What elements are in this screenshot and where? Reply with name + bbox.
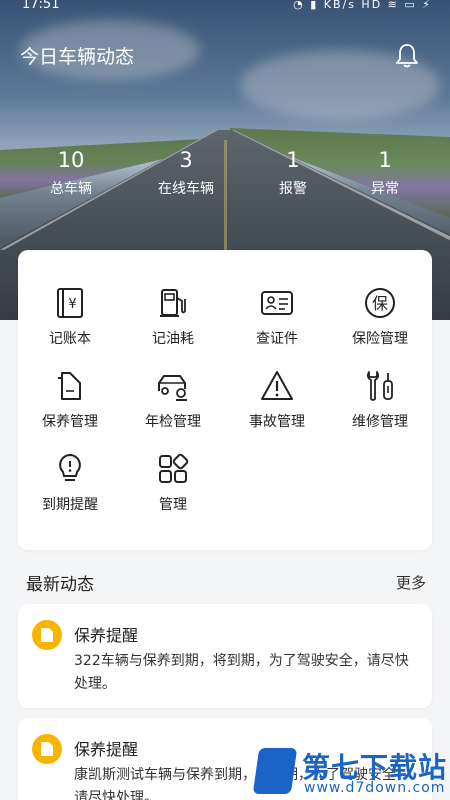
stat-value: 10 xyxy=(57,148,85,172)
wrench-icon xyxy=(366,371,393,401)
grid-item-ledger[interactable]: ¥ 记账本 xyxy=(18,286,122,356)
grid-item-label: 事故管理 xyxy=(249,414,305,430)
grid-item-accident[interactable]: 事故管理 xyxy=(225,369,329,439)
grid-item-label: 查证件 xyxy=(256,331,298,347)
document-icon xyxy=(41,742,53,756)
stat-abnormal[interactable]: 1 异常 xyxy=(335,148,435,198)
more-link[interactable]: 更多 xyxy=(396,572,426,593)
news-text: 322车辆与保养到期，将到期，为了驾驶安全，请尽快处理。 xyxy=(74,653,409,692)
watermark-url: www.d7down.com xyxy=(304,780,446,796)
apps-icon xyxy=(159,453,189,483)
grid-item-label: 年检管理 xyxy=(145,414,201,430)
grid-item-inspection[interactable]: 年检管理 xyxy=(121,369,225,439)
stat-value: 3 xyxy=(179,148,193,172)
bell-icon[interactable] xyxy=(394,42,420,70)
fuel-pump-icon xyxy=(160,289,186,317)
grid-item-label: 保险管理 xyxy=(352,331,408,347)
vehicle-stats: 10 总车辆 3 在线车辆 1 报警 1 异常 xyxy=(0,148,450,208)
section-title: 最新动态 xyxy=(26,575,94,595)
watermark-logo: 第七下载站 www.d7down.com xyxy=(250,742,450,800)
reminder-badge xyxy=(32,734,62,764)
reminder-badge xyxy=(32,620,62,650)
svg-text:¥: ¥ xyxy=(68,297,76,312)
id-card-icon xyxy=(261,291,293,315)
ledger-icon: ¥ xyxy=(57,288,83,318)
stat-label: 异常 xyxy=(371,181,399,197)
grid-item-label: 维修管理 xyxy=(352,414,408,430)
svg-text:保: 保 xyxy=(372,294,388,313)
page-header: 今日车辆动态 xyxy=(20,42,430,72)
document-icon xyxy=(41,628,53,642)
car-stamp-icon xyxy=(158,375,187,401)
grid-item-manage[interactable]: 管理 xyxy=(121,452,225,522)
feature-grid: ¥ 记账本 记油耗 查证件 保 保险管理 保养管理 年检管理 事故管理 维修管理… xyxy=(18,250,432,550)
stat-alarm[interactable]: 1 报警 xyxy=(243,148,343,198)
grid-item-repair[interactable]: 维修管理 xyxy=(328,369,432,439)
grid-item-expiry[interactable]: 到期提醒 xyxy=(18,452,122,522)
stat-label: 总车辆 xyxy=(50,181,92,197)
page-title: 今日车辆动态 xyxy=(20,46,135,68)
grid-item-documents[interactable]: 查证件 xyxy=(225,286,329,356)
latest-news-header: 最新动态 更多 xyxy=(26,570,426,595)
grid-item-fuel[interactable]: 记油耗 xyxy=(121,286,225,356)
grid-item-label: 到期提醒 xyxy=(42,497,98,513)
news-item[interactable]: 保养提醒 322车辆与保养到期，将到期，为了驾驶安全，请尽快处理。 xyxy=(18,604,432,708)
grid-item-label: 记账本 xyxy=(49,331,91,347)
watermark-mark xyxy=(252,748,298,794)
stat-label: 在线车辆 xyxy=(158,181,214,197)
status-time: 17:51 xyxy=(22,0,60,12)
stat-online[interactable]: 3 在线车辆 xyxy=(136,148,236,198)
news-title: 保养提醒 xyxy=(74,740,139,759)
grid-item-label: 管理 xyxy=(159,497,187,513)
grid-item-insurance[interactable]: 保 保险管理 xyxy=(328,286,432,356)
status-bar: 17:51 ◔ ▮ KB/s HD ≋ ▭ ⚡ xyxy=(0,0,450,14)
insurance-icon: 保 xyxy=(365,288,395,318)
status-icons: ◔ ▮ KB/s HD ≋ ▭ ⚡ xyxy=(293,0,432,11)
oil-can-icon xyxy=(58,372,81,400)
news-title: 保养提醒 xyxy=(74,626,139,645)
grid-item-label: 记油耗 xyxy=(152,331,194,347)
grid-item-maintenance[interactable]: 保养管理 xyxy=(18,369,122,439)
stat-label: 报警 xyxy=(279,181,307,197)
stat-value: 1 xyxy=(286,148,300,172)
stat-total[interactable]: 10 总车辆 xyxy=(21,148,121,198)
stat-value: 1 xyxy=(378,148,392,172)
grid-item-label: 保养管理 xyxy=(42,414,98,430)
bulb-icon xyxy=(59,454,81,481)
warning-icon xyxy=(261,371,293,400)
